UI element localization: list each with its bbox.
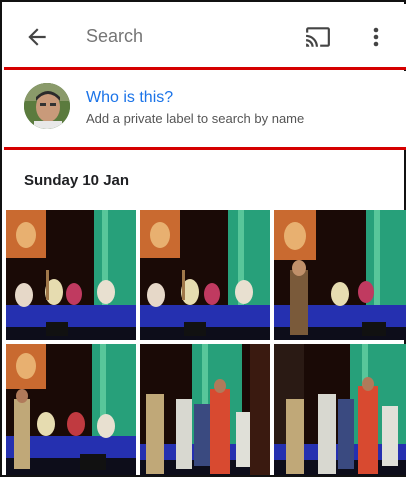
app-frame: Who is this? Add a private label to sear… xyxy=(0,0,406,477)
face-avatar[interactable] xyxy=(24,83,70,129)
divider-top xyxy=(4,67,406,70)
top-app-bar xyxy=(4,4,406,68)
photo-thumbnail[interactable] xyxy=(140,344,270,475)
search-input[interactable] xyxy=(86,26,286,47)
photo-thumbnail[interactable] xyxy=(6,210,136,340)
photo-thumbnail[interactable] xyxy=(6,344,136,475)
face-label-suggestion[interactable]: Who is this? Add a private label to sear… xyxy=(4,71,406,147)
divider-bottom xyxy=(4,147,406,150)
more-vert-icon[interactable] xyxy=(364,22,388,52)
who-is-this-link[interactable]: Who is this? xyxy=(86,89,173,107)
suggestion-subtitle: Add a private label to search by name xyxy=(86,111,305,126)
date-header: Sunday 10 Jan xyxy=(24,172,130,189)
arrow-back-icon[interactable] xyxy=(24,24,50,50)
photo-thumbnail[interactable] xyxy=(274,344,406,475)
cast-icon[interactable] xyxy=(304,24,332,50)
photo-thumbnail[interactable] xyxy=(274,210,406,340)
photo-thumbnail[interactable] xyxy=(140,210,270,340)
